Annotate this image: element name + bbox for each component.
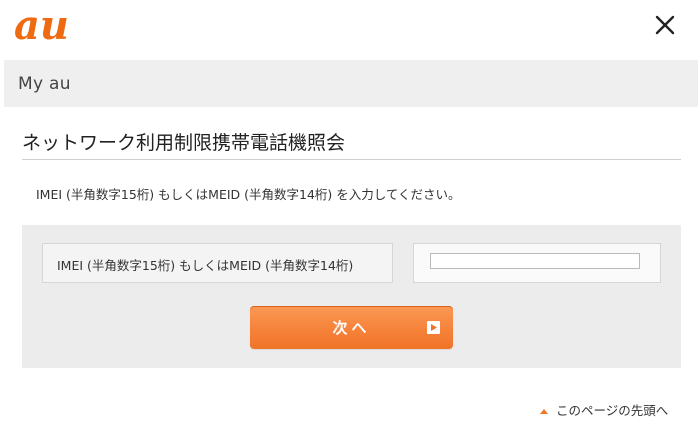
svg-text:au: au bbox=[14, 8, 69, 46]
title-divider bbox=[22, 159, 681, 160]
form-panel: IMEI (半角数字15桁) もしくはMEID (半角数字14桁) 次へ bbox=[22, 225, 681, 368]
imei-field-label: IMEI (半角数字15桁) もしくはMEID (半角数字14桁) bbox=[57, 258, 354, 273]
close-icon bbox=[655, 15, 675, 35]
page-top-label: このページの先頭へ bbox=[556, 403, 669, 418]
close-button[interactable] bbox=[650, 10, 680, 40]
next-button[interactable]: 次へ bbox=[250, 306, 453, 349]
section-header-bar: My au bbox=[4, 60, 698, 107]
page-top-link[interactable]: このページの先頭へ bbox=[540, 400, 668, 419]
next-button-label: 次へ bbox=[332, 319, 371, 337]
au-logo[interactable]: au bbox=[14, 8, 104, 46]
header: au bbox=[0, 0, 700, 60]
section-title: My au bbox=[18, 74, 71, 94]
play-icon bbox=[427, 321, 440, 334]
field-input-cell bbox=[413, 243, 661, 283]
field-label-cell: IMEI (半角数字15桁) もしくはMEID (半角数字14桁) bbox=[42, 243, 393, 283]
triangle-up-icon bbox=[540, 409, 548, 414]
imei-input[interactable] bbox=[430, 253, 640, 269]
page-title: ネットワーク利用制限携帯電話機照会 bbox=[22, 132, 346, 154]
instruction-text: IMEI (半角数字15桁) もしくはMEID (半角数字14桁) を入力してく… bbox=[36, 187, 461, 202]
